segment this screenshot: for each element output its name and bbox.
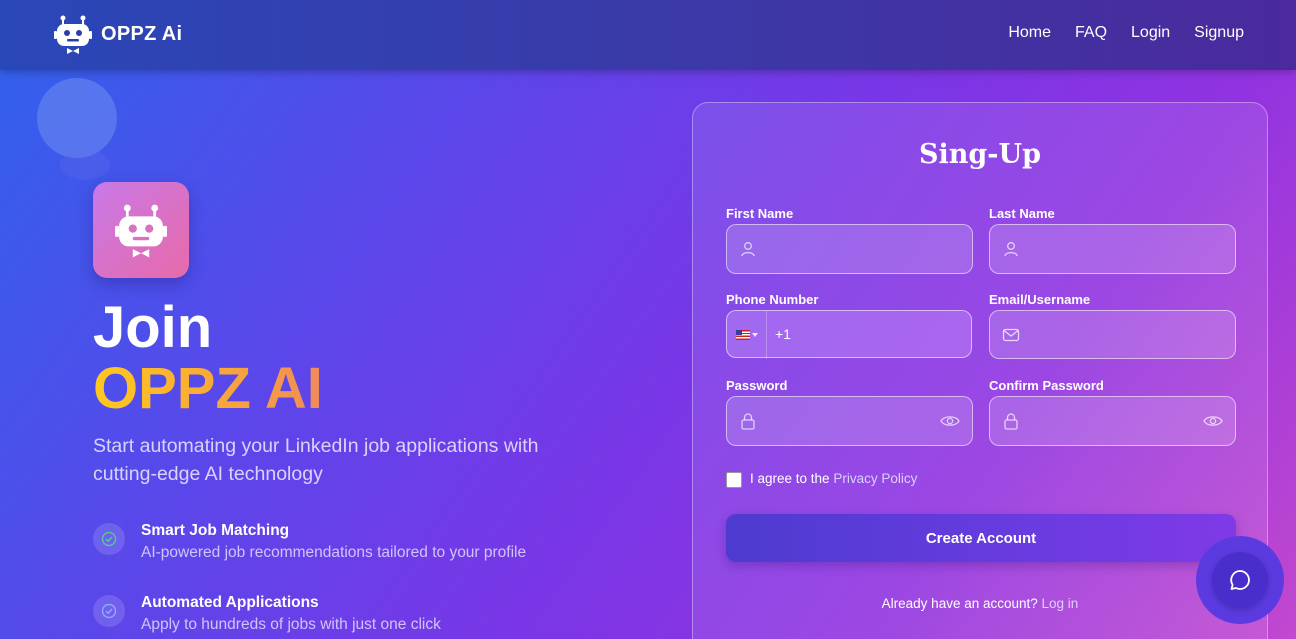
user-icon [741, 242, 755, 257]
first-name-field[interactable] [726, 224, 973, 274]
check-circle-icon [93, 595, 125, 627]
form-title: Sing-Up [919, 139, 1041, 170]
feature-item: Automated Applications Apply to hundreds… [93, 593, 441, 637]
chat-bubble-icon [1230, 570, 1250, 590]
chat-widget[interactable] [1196, 536, 1284, 624]
password-input[interactable] [767, 397, 937, 445]
first-name-input[interactable] [767, 225, 937, 273]
nav-home-link[interactable]: Home [1008, 24, 1051, 42]
eye-icon[interactable] [940, 412, 960, 430]
phone-field[interactable]: +1 [726, 310, 972, 359]
confirm-password-label: Confirm Password [989, 378, 1104, 393]
lock-icon [741, 413, 755, 430]
chat-button[interactable] [1212, 552, 1268, 608]
feature-title: Automated Applications [141, 594, 319, 611]
hero-logo [93, 182, 189, 278]
already-text: Already have an account? [881, 596, 1038, 611]
email-field[interactable] [989, 310, 1236, 359]
brand[interactable]: OPPZ Ai [54, 14, 182, 54]
robot-icon [115, 204, 167, 258]
email-input[interactable] [1030, 311, 1200, 359]
password-label: Password [726, 378, 788, 393]
last-name-field[interactable] [989, 224, 1236, 274]
email-label: Email/Username [989, 292, 1091, 307]
privacy-checkbox[interactable] [726, 472, 742, 488]
create-account-button[interactable]: Create Account [726, 514, 1236, 562]
decorative-circle [37, 78, 117, 158]
agree-text: I agree to the Privacy Policy [750, 471, 917, 486]
last-name-input[interactable] [1030, 225, 1200, 273]
user-icon [1004, 242, 1018, 257]
navbar: OPPZ Ai Home FAQ Login Signup [0, 0, 1296, 70]
login-prompt: Already have an account? Log in [693, 596, 1267, 611]
feature-title: Smart Job Matching [141, 522, 290, 539]
privacy-policy-link[interactable]: Privacy Policy [833, 471, 917, 486]
hero-title-brand: OPPZ AI [93, 356, 323, 421]
eye-icon[interactable] [1203, 412, 1223, 430]
decorative-shape [60, 150, 110, 180]
feature-description: Apply to hundreds of jobs with just one … [141, 616, 441, 633]
confirm-password-input[interactable] [1030, 397, 1200, 445]
nav-signup-link[interactable]: Signup [1194, 24, 1244, 42]
brand-name: OPPZ Ai [101, 22, 183, 45]
robot-logo-icon [54, 15, 92, 54]
password-field[interactable] [726, 396, 973, 446]
nav-login-link[interactable]: Login [1131, 24, 1170, 42]
phone-label: Phone Number [726, 292, 819, 307]
confirm-password-field[interactable] [989, 396, 1236, 446]
feature-item: Smart Job Matching AI-powered job recomm… [93, 521, 526, 565]
nav-faq-link[interactable]: FAQ [1075, 24, 1107, 42]
nav-links: Home FAQ Login Signup [1008, 24, 1244, 42]
check-circle-icon [93, 523, 125, 555]
signup-card: Sing-Up First Name Last Name Phone Numbe… [692, 102, 1268, 639]
login-link[interactable]: Log in [1042, 596, 1079, 611]
first-name-label: First Name [726, 206, 794, 221]
hero-title-join: Join [93, 295, 213, 360]
mail-icon [1002, 328, 1020, 342]
agree-label: I agree to the [750, 471, 830, 486]
dial-code: +1 [775, 326, 791, 342]
last-name-label: Last Name [989, 206, 1055, 221]
chevron-down-icon [751, 333, 758, 337]
feature-description: AI-powered job recommendations tailored … [141, 544, 527, 561]
phone-input[interactable] [799, 311, 959, 359]
lock-icon [1004, 413, 1018, 430]
country-selector[interactable] [727, 311, 767, 359]
us-flag-icon [735, 330, 750, 340]
hero-subtitle: Start automating your LinkedIn job appli… [93, 435, 539, 485]
